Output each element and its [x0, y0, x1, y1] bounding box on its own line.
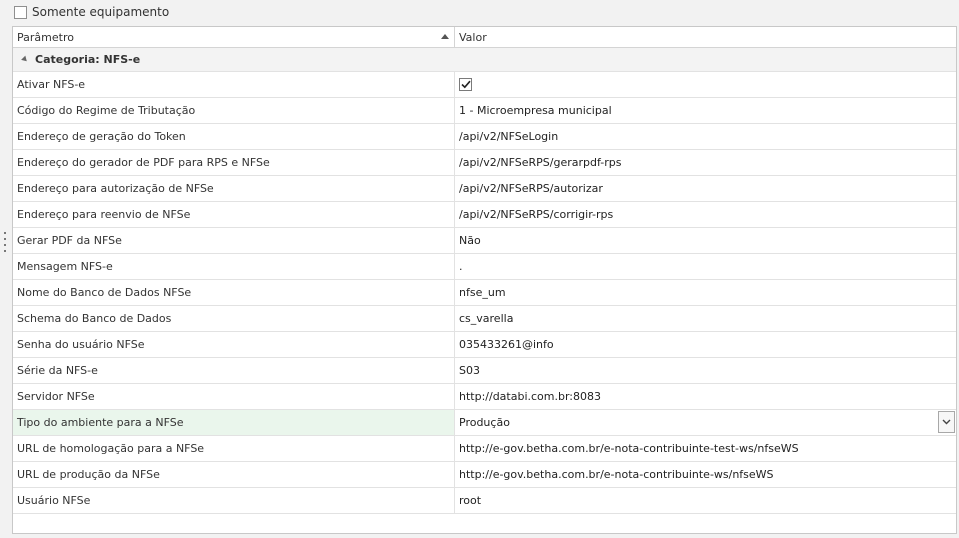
param-name: Gerar PDF da NFSe [13, 228, 455, 253]
param-name: Endereço de geração do Token [13, 124, 455, 149]
param-value[interactable]: 035433261@info [455, 332, 956, 357]
table-row[interactable]: Ativar NFS-e [13, 72, 956, 98]
table-row[interactable]: Usuário NFSe root [13, 488, 956, 514]
param-value[interactable] [455, 72, 956, 97]
table-row-selected[interactable]: Tipo do ambiente para a NFSe Produção [13, 410, 956, 436]
table-row[interactable]: Servidor NFSe http://databi.com.br:8083 [13, 384, 956, 410]
table-row[interactable]: Schema do Banco de Dados cs_varella [13, 306, 956, 332]
param-name: Servidor NFSe [13, 384, 455, 409]
param-value[interactable]: S03 [455, 358, 956, 383]
equipment-only-label[interactable]: Somente equipamento [32, 5, 169, 19]
param-name: Série da NFS-e [13, 358, 455, 383]
param-value[interactable]: Não [455, 228, 956, 253]
sort-asc-icon [441, 34, 449, 39]
table-row[interactable]: Código do Regime de Tributação 1 - Micro… [13, 98, 956, 124]
activate-nfse-checkbox[interactable] [459, 78, 472, 91]
param-name: URL de homologação para a NFSe [13, 436, 455, 461]
param-name: Endereço para autorização de NFSe [13, 176, 455, 201]
param-value[interactable]: /api/v2/NFSeRPS/corrigir-rps [455, 202, 956, 227]
param-value[interactable]: /api/v2/NFSeLogin [455, 124, 956, 149]
grid-header: Parâmetro Valor [13, 27, 956, 48]
property-grid: Parâmetro Valor Categoria: NFS-e Ativar … [12, 26, 957, 534]
param-name: Nome do Banco de Dados NFSe [13, 280, 455, 305]
column-header-parameter[interactable]: Parâmetro [13, 27, 455, 47]
column-header-value[interactable]: Valor [455, 27, 956, 47]
param-value[interactable]: /api/v2/NFSeRPS/gerarpdf-rps [455, 150, 956, 175]
param-name: Código do Regime de Tributação [13, 98, 455, 123]
table-row[interactable]: Série da NFS-e S03 [13, 358, 956, 384]
chevron-down-icon [942, 419, 951, 425]
param-name: URL de produção da NFSe [13, 462, 455, 487]
table-row[interactable]: Nome do Banco de Dados NFSe nfse_um [13, 280, 956, 306]
param-value[interactable]: http://databi.com.br:8083 [455, 384, 956, 409]
combo-dropdown-button[interactable] [938, 411, 955, 433]
column-header-parameter-label: Parâmetro [17, 30, 74, 44]
param-value[interactable]: /api/v2/NFSeRPS/autorizar [455, 176, 956, 201]
param-name: Usuário NFSe [13, 488, 455, 513]
param-name: Endereço para reenvio de NFSe [13, 202, 455, 227]
table-row[interactable]: URL de produção da NFSe http://e-gov.bet… [13, 462, 956, 488]
param-name: Ativar NFS-e [13, 72, 455, 97]
param-value[interactable]: 1 - Microempresa municipal [455, 98, 956, 123]
table-row[interactable]: Gerar PDF da NFSe Não [13, 228, 956, 254]
check-icon [460, 80, 471, 89]
table-row[interactable]: Endereço para autorização de NFSe /api/v… [13, 176, 956, 202]
param-name: Senha do usuário NFSe [13, 332, 455, 357]
top-toolbar: Somente equipamento [0, 0, 959, 24]
table-row[interactable]: Senha do usuário NFSe 035433261@info [13, 332, 956, 358]
param-name: Mensagem NFS-e [13, 254, 455, 279]
category-row[interactable]: Categoria: NFS-e [13, 48, 956, 72]
param-name: Endereço do gerador de PDF para RPS e NF… [13, 150, 455, 175]
column-header-value-label: Valor [459, 30, 487, 44]
splitter-handle[interactable] [4, 232, 7, 252]
table-row[interactable]: Endereço de geração do Token /api/v2/NFS… [13, 124, 956, 150]
param-value[interactable]: http://e-gov.betha.com.br/e-nota-contrib… [455, 462, 956, 487]
table-row[interactable]: Endereço do gerador de PDF para RPS e NF… [13, 150, 956, 176]
param-value[interactable]: root [455, 488, 956, 513]
environment-type-value: Produção [459, 416, 510, 429]
table-row[interactable]: Mensagem NFS-e . [13, 254, 956, 280]
collapse-triangle-icon[interactable] [21, 55, 29, 64]
param-value[interactable]: cs_varella [455, 306, 956, 331]
equipment-only-checkbox[interactable] [14, 5, 27, 19]
param-value[interactable]: . [455, 254, 956, 279]
environment-type-select[interactable]: Produção [455, 410, 956, 435]
table-row[interactable]: Endereço para reenvio de NFSe /api/v2/NF… [13, 202, 956, 228]
param-value[interactable]: nfse_um [455, 280, 956, 305]
table-row[interactable]: URL de homologação para a NFSe http://e-… [13, 436, 956, 462]
param-name: Tipo do ambiente para a NFSe [13, 410, 455, 435]
param-name: Schema do Banco de Dados [13, 306, 455, 331]
param-value[interactable]: http://e-gov.betha.com.br/e-nota-contrib… [455, 436, 956, 461]
category-label: Categoria: NFS-e [35, 53, 141, 66]
